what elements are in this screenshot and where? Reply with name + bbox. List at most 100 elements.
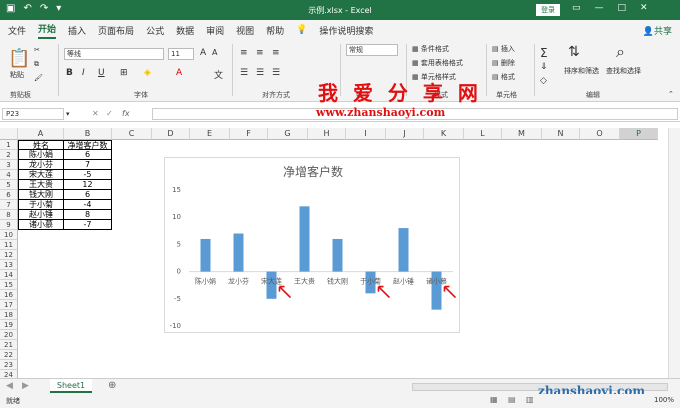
bottom-align-icon[interactable]: ≡ [272,48,280,58]
row-header[interactable]: 11 [0,240,18,250]
format-cells-button[interactable]: ▤ 格式 [492,72,515,82]
column-header-o[interactable]: O [580,128,620,140]
column-header-k[interactable]: K [424,128,464,140]
bar-0[interactable] [200,238,211,272]
row-header[interactable]: 2 [0,150,18,160]
row-header[interactable]: 3 [0,160,18,170]
table-cell[interactable]: 钱大刚 [18,190,64,200]
row-header[interactable]: 21 [0,340,18,350]
row-header[interactable]: 5 [0,180,18,190]
column-header-e[interactable]: E [190,128,230,140]
table-cell[interactable]: 6 [64,190,112,200]
column-header-g[interactable]: G [268,128,308,140]
column-header-f[interactable]: F [230,128,268,140]
add-sheet-icon[interactable]: ⊕ [108,380,116,391]
paste-button[interactable]: 粘贴 [10,70,24,80]
sheet-tab-sheet1[interactable]: Sheet1 [50,379,92,393]
cancel-icon[interactable]: ✕ [92,109,99,118]
collapse-ribbon-icon[interactable]: ⌃ [668,90,674,98]
border-icon[interactable]: ⊞ [120,68,128,78]
row-header[interactable]: 4 [0,170,18,180]
name-box[interactable]: P23 [2,108,64,120]
row-header[interactable]: 20 [0,330,18,340]
column-header-b[interactable]: B [64,128,112,140]
sort-filter-icon[interactable]: ⇅ [568,44,580,60]
prev-sheet-icon[interactable]: ◀ [6,381,13,391]
table-header-cell[interactable]: 姓名 [18,140,64,150]
delete-cells-button[interactable]: ▤ 删除 [492,58,515,68]
column-header-i[interactable]: I [346,128,386,140]
fill-icon[interactable]: ⇓ [540,62,548,72]
next-sheet-icon[interactable]: ▶ [22,381,29,391]
increase-font-icon[interactable]: A [200,48,206,58]
table-cell[interactable]: 于小菊 [18,200,64,210]
tab-page-layout[interactable]: 页面布局 [98,24,134,37]
page-layout-view-icon[interactable]: ▤ [508,395,516,404]
conditional-format-button[interactable]: ▦ 条件格式 [412,44,449,54]
row-header[interactable]: 16 [0,290,18,300]
cut-icon[interactable]: ✂ [34,46,40,54]
table-cell[interactable]: 诸小慕 [18,220,64,230]
row-header[interactable]: 10 [0,230,18,240]
underline-icon[interactable]: U [98,68,105,78]
bar-4[interactable] [332,238,343,272]
table-cell[interactable]: 赵小锤 [18,210,64,220]
table-cell[interactable]: 陈小娟 [18,150,64,160]
autosum-icon[interactable]: Σ [540,46,548,60]
row-header[interactable]: 19 [0,320,18,330]
table-cell[interactable]: -4 [64,200,112,210]
maximize-icon[interactable]: □ [618,3,627,13]
tab-help[interactable]: 帮助 [266,24,284,37]
table-cell[interactable]: 6 [64,150,112,160]
column-header-m[interactable]: M [502,128,542,140]
normal-view-icon[interactable]: ▦ [490,395,498,404]
row-header[interactable]: 13 [0,260,18,270]
column-header-a[interactable]: A [18,128,64,140]
row-header[interactable]: 15 [0,280,18,290]
middle-align-icon[interactable]: ≡ [256,48,264,58]
decrease-font-icon[interactable]: A [212,48,217,57]
font-name-select[interactable]: 等线 [64,48,164,60]
column-header-l[interactable]: L [464,128,502,140]
tab-data[interactable]: 数据 [176,24,194,37]
left-align-icon[interactable]: ☰ [240,68,248,78]
tab-formulas[interactable]: 公式 [146,24,164,37]
right-align-icon[interactable]: ☰ [272,68,280,78]
login-button[interactable]: 登录 [536,4,560,16]
name-box-dropdown-icon[interactable]: ▾ [66,110,70,118]
fill-color-icon[interactable]: ◈ [144,68,151,78]
row-header[interactable]: 24 [0,370,18,378]
copy-icon[interactable]: ⧉ [34,60,39,69]
bold-icon[interactable]: B [66,68,73,78]
bar-6[interactable] [398,228,409,272]
bar-3[interactable] [299,206,310,272]
find-select-button[interactable]: 查找和选择 [606,66,641,76]
phonetic-icon[interactable]: 文 [214,68,223,81]
row-header[interactable]: 7 [0,200,18,210]
table-cell[interactable]: 7 [64,160,112,170]
tab-insert[interactable]: 插入 [68,24,86,37]
row-header[interactable]: 8 [0,210,18,220]
row-header[interactable]: 6 [0,190,18,200]
row-header[interactable]: 9 [0,220,18,230]
table-cell[interactable]: -7 [64,220,112,230]
page-break-view-icon[interactable]: ▥ [526,395,534,404]
italic-icon[interactable]: I [82,68,85,78]
bar-1[interactable] [233,233,244,272]
table-cell[interactable]: 12 [64,180,112,190]
row-header[interactable]: 1 [0,140,18,150]
close-icon[interactable]: ✕ [640,3,648,13]
ribbon-options-icon[interactable]: ▭ [572,3,581,13]
tell-me-search[interactable]: 操作说明搜索 [319,24,373,37]
chart[interactable]: 净增客户数 15 10 5 0 -5 -10 陈小娟 龙小芬 宋大莲 王大贵 钱大刚 于小菊 赵小锤 诸小… [164,157,460,333]
column-header-d[interactable]: D [152,128,190,140]
table-header-cell[interactable]: 净增客户数 [64,140,112,150]
vertical-scrollbar[interactable] [668,128,680,378]
minimize-icon[interactable]: — [595,3,604,13]
tab-review[interactable]: 审阅 [206,24,224,37]
table-cell[interactable]: 8 [64,210,112,220]
column-header-c[interactable]: C [112,128,152,140]
clear-icon[interactable]: ◇ [540,76,547,86]
row-header[interactable]: 17 [0,300,18,310]
font-size-select[interactable]: 11 [168,48,194,60]
